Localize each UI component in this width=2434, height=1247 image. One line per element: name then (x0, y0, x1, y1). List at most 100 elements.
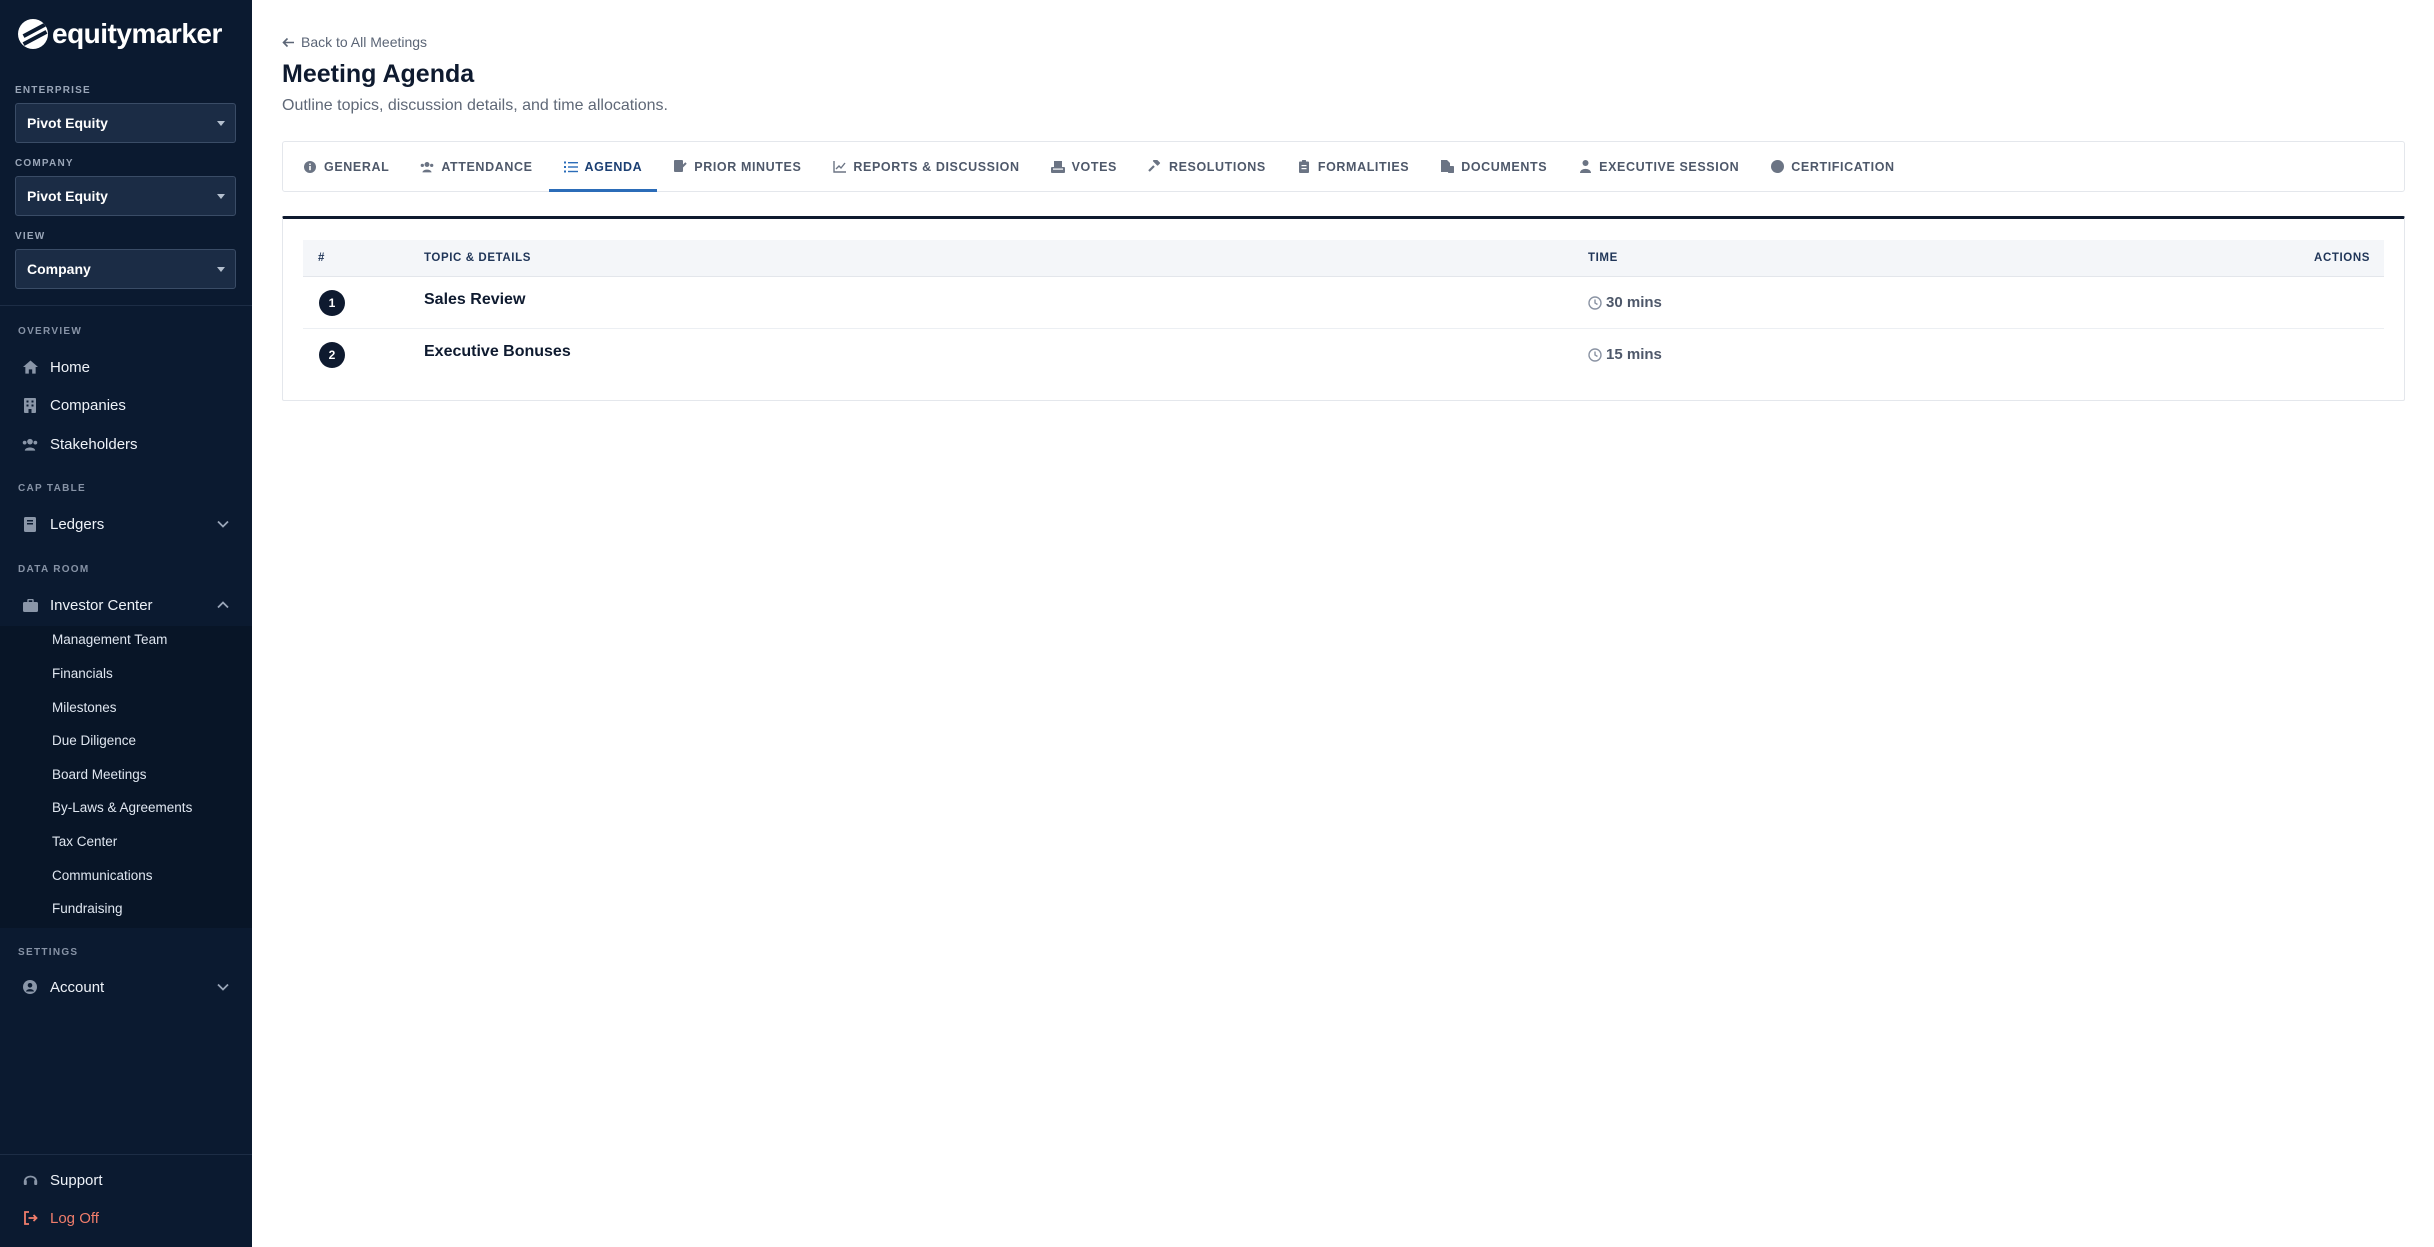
file-signature-icon (673, 160, 687, 174)
sidebar-item-label: Companies (50, 396, 126, 414)
submenu-item-milestones[interactable]: Milestones (52, 700, 117, 715)
page-subtitle: Outline topics, discussion details, and … (282, 97, 668, 114)
view-select[interactable]: Company (15, 249, 236, 289)
sidebar-item-label: Home (50, 358, 91, 376)
submenu-item-tax-center[interactable]: Tax Center (52, 834, 117, 849)
tab-attendance[interactable]: ATTENDANCE (420, 142, 532, 191)
tab-label: GENERAL (324, 159, 390, 174)
list-icon (563, 160, 578, 174)
submenu-item-bylaws[interactable]: By-Laws & Agreements (52, 800, 192, 815)
tab-resolutions[interactable]: RESOLUTIONS (1148, 142, 1266, 191)
enterprise-select-value: Pivot Equity (27, 115, 108, 131)
company-select[interactable]: Pivot Equity (15, 176, 236, 216)
logo-icon (18, 19, 48, 49)
sidebar-item-stakeholders[interactable]: Stakeholders (0, 427, 252, 461)
agenda-number-badge: 2 (319, 342, 345, 368)
agenda-topic: Executive Bonuses (424, 343, 571, 360)
sidebar-divider (0, 305, 252, 306)
users-icon (22, 436, 38, 452)
section-cap-table: CAP TABLE (18, 483, 86, 494)
agenda-time: 30 mins (1588, 294, 1662, 311)
sidebar-item-support[interactable]: Support (0, 1163, 252, 1197)
sidebar-item-label: Log Off (50, 1209, 99, 1227)
submenu-item-fundraising[interactable]: Fundraising (52, 901, 123, 916)
chevron-down-icon[interactable] (216, 517, 230, 531)
table-header: # TOPIC & DETAILS TIME ACTIONS (303, 240, 2384, 277)
submenu-item-board-meetings[interactable]: Board Meetings (52, 767, 147, 782)
chart-line-icon (832, 160, 846, 174)
tab-certification[interactable]: CERTIFICATION (1770, 142, 1894, 191)
sidebar-item-ledgers[interactable]: Ledgers (0, 507, 252, 541)
users-icon (420, 160, 434, 174)
main-content: Back to All Meetings Meeting Agenda Outl… (252, 0, 2434, 1247)
section-settings: SETTINGS (18, 947, 79, 958)
tab-label: EXECUTIVE SESSION (1599, 159, 1740, 174)
arrow-left-icon (282, 37, 294, 47)
agenda-topic: Sales Review (424, 291, 526, 308)
enterprise-label: ENTERPRISE (15, 85, 91, 96)
agenda-time-value: 30 mins (1606, 294, 1662, 311)
column-header-time: TIME (1588, 252, 1618, 264)
table-row[interactable]: 1 Sales Review 30 mins (303, 277, 2384, 329)
sidebar-item-label: Ledgers (50, 515, 105, 533)
column-header-topic: TOPIC & DETAILS (424, 252, 531, 264)
caret-down-icon (217, 121, 225, 126)
sidebar-item-investor-center[interactable]: Investor Center (0, 588, 252, 622)
meeting-tabs: GENERAL ATTENDANCE AGENDA PRIOR MINUTES … (282, 141, 2405, 192)
caret-down-icon (217, 267, 225, 272)
submenu-item-communications[interactable]: Communications (52, 868, 153, 883)
tab-formalities[interactable]: FORMALITIES (1297, 142, 1409, 191)
submenu-item-due-diligence[interactable]: Due Diligence (52, 733, 136, 748)
brand-logo[interactable]: equitymarker (18, 18, 222, 50)
company-select-value: Pivot Equity (27, 188, 108, 204)
sidebar-item-account[interactable]: Account (0, 970, 252, 1004)
tab-executive-session[interactable]: EXECUTIVE SESSION (1578, 142, 1739, 191)
table-row[interactable]: 2 Executive Bonuses 15 mins (303, 329, 2384, 381)
submenu-item-financials[interactable]: Financials (52, 666, 113, 681)
page-title: Meeting Agenda (282, 60, 475, 88)
building-icon (22, 397, 38, 413)
brand-name: equitymarker (52, 18, 222, 49)
tab-label: REPORTS & DISCUSSION (853, 159, 1020, 174)
headset-icon (22, 1172, 38, 1188)
clock-icon (1588, 295, 1602, 310)
file-icon (1440, 160, 1454, 174)
tab-label: DOCUMENTS (1461, 159, 1548, 174)
sign-out-icon (22, 1210, 38, 1226)
chevron-up-icon[interactable] (216, 598, 230, 612)
back-link[interactable]: Back to All Meetings (282, 34, 427, 50)
ballot-box-icon (1050, 160, 1065, 174)
tab-label: AGENDA (584, 159, 643, 174)
tab-votes[interactable]: VOTES (1050, 142, 1117, 191)
sidebar-item-label: Account (50, 978, 105, 996)
tab-label: VOTES (1071, 159, 1117, 174)
tab-general[interactable]: GENERAL (303, 142, 389, 191)
agenda-time: 15 mins (1588, 346, 1662, 363)
agenda-number-badge: 1 (319, 290, 345, 316)
tab-documents[interactable]: DOCUMENTS (1440, 142, 1547, 191)
enterprise-select[interactable]: Pivot Equity (15, 103, 236, 143)
company-label: COMPANY (15, 158, 74, 169)
investor-center-submenu: Management Team Financials Milestones Du… (0, 626, 252, 928)
tab-label: FORMALITIES (1317, 159, 1410, 174)
sidebar-item-label: Investor Center (50, 596, 153, 614)
briefcase-icon (22, 597, 38, 613)
info-icon (303, 160, 317, 174)
tab-label: PRIOR MINUTES (694, 159, 802, 174)
tab-prior-minutes[interactable]: PRIOR MINUTES (673, 142, 801, 191)
user-circle-icon (22, 979, 38, 995)
tab-reports-discussion[interactable]: REPORTS & DISCUSSION (832, 142, 1019, 191)
tab-label: ATTENDANCE (441, 159, 533, 174)
sidebar-item-home[interactable]: Home (0, 350, 252, 384)
sidebar: equitymarker ENTERPRISE Pivot Equity COM… (0, 0, 252, 1247)
view-label: VIEW (15, 231, 46, 242)
column-header-actions: ACTIONS (2314, 252, 2370, 264)
tab-agenda[interactable]: AGENDA (548, 142, 658, 192)
home-icon (22, 359, 38, 375)
agenda-table: # TOPIC & DETAILS TIME ACTIONS 1 Sales R… (282, 216, 2405, 401)
chevron-down-icon[interactable] (216, 980, 230, 994)
sidebar-item-log-off[interactable]: Log Off (0, 1201, 252, 1235)
sidebar-item-companies[interactable]: Companies (0, 388, 252, 422)
tab-label: RESOLUTIONS (1168, 159, 1266, 174)
submenu-item-management-team[interactable]: Management Team (52, 632, 167, 647)
